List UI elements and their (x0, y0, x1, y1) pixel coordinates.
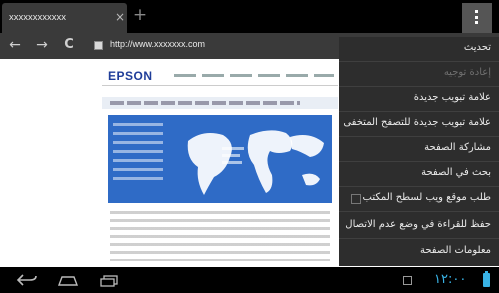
site-headline (102, 97, 338, 109)
world-map-image (187, 130, 324, 195)
recent-apps-icon[interactable] (100, 275, 118, 287)
menu-item-save-offline[interactable]: حفظ للقراءة في وضع عدم الاتصال (339, 214, 499, 239)
menu-item-page-info[interactable]: معلومات الصفحة (339, 240, 499, 265)
url-field[interactable]: http://www.xxxxxxx.com (110, 39, 205, 49)
menu-item-refresh[interactable]: تحديث (339, 37, 499, 62)
overflow-menu-button[interactable] (462, 3, 492, 33)
reload-icon[interactable]: C (61, 37, 77, 53)
overflow-menu: تحديث إعادة توجيه علامة تبويب جديدة علام… (339, 37, 499, 266)
back-arrow-icon[interactable]: ← (7, 37, 23, 53)
menu-item-label: مشاركة الصفحة (424, 142, 491, 153)
menu-item-label: طلب موقع ويب لسطح المكتب (362, 192, 491, 203)
desktop-site-checkbox[interactable] (351, 194, 361, 204)
system-navigation-bar: ١٢:٠٠ (0, 267, 499, 293)
headline-text (110, 101, 300, 105)
menu-item-label: تحديث (463, 42, 491, 53)
menu-item-label: علامة تبويب جديدة للتصفح المتخفى (343, 117, 491, 128)
region-list (113, 123, 173, 193)
site-logo[interactable]: EPSON (108, 69, 153, 83)
forward-arrow-icon[interactable]: → (34, 37, 50, 53)
battery-icon (483, 271, 490, 287)
back-icon[interactable] (16, 272, 38, 288)
browser-tab[interactable]: xxxxxxxxxxxx × (2, 3, 127, 33)
menu-item-find-in-page[interactable]: بحث في الصفحة (339, 162, 499, 187)
tab-title: xxxxxxxxxxxx (9, 12, 66, 23)
menu-item-forward: إعادة توجيه (339, 62, 499, 87)
region-selector-panel (108, 115, 332, 203)
menu-item-label: بحث في الصفحة (421, 167, 491, 178)
menu-item-new-incognito-tab[interactable]: علامة تبويب جديدة للتصفح المتخفى (339, 112, 499, 137)
site-footer-text (110, 211, 330, 261)
notification-icon[interactable] (403, 276, 412, 285)
menu-item-new-tab[interactable]: علامة تبويب جديدة (339, 87, 499, 112)
tab-strip: xxxxxxxxxxxx × + (0, 0, 499, 33)
more-vert-icon (475, 10, 479, 26)
new-tab-icon[interactable]: + (132, 7, 148, 24)
menu-item-label: إعادة توجيه (443, 67, 491, 78)
close-tab-icon[interactable]: × (115, 10, 125, 24)
home-icon[interactable] (57, 276, 79, 286)
webpage: EPSON (102, 59, 338, 267)
menu-item-label: معلومات الصفحة (419, 245, 491, 256)
status-clock: ١٢:٠٠ (434, 272, 467, 287)
site-top-links (174, 74, 334, 77)
menu-item-label: حفظ للقراءة في وضع عدم الاتصال (345, 219, 491, 230)
menu-item-share-page[interactable]: مشاركة الصفحة (339, 137, 499, 162)
menu-item-label: علامة تبويب جديدة (413, 92, 491, 103)
favicon-icon (94, 41, 103, 50)
menu-item-request-desktop-site[interactable]: طلب موقع ويب لسطح المكتب (339, 187, 499, 212)
site-header: EPSON (102, 66, 338, 86)
